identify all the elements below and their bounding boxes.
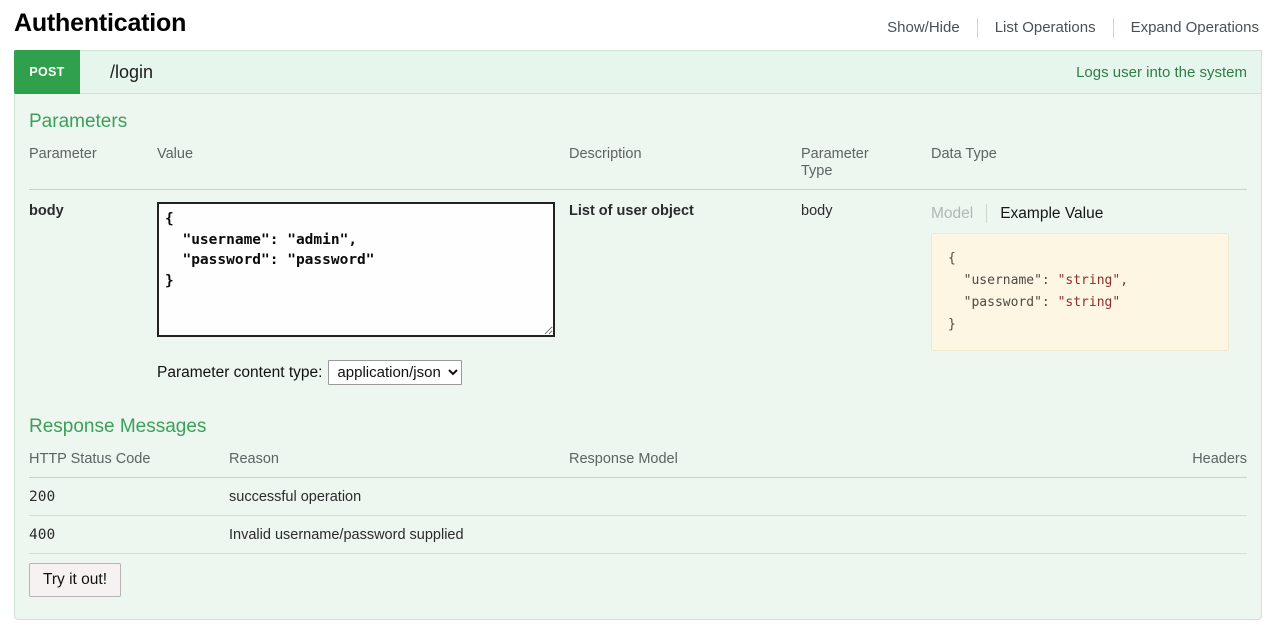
response-status-code: 400	[29, 516, 229, 554]
tab-example-value[interactable]: Example Value	[987, 204, 1103, 223]
header-http-status-code: HTTP Status Code	[29, 451, 229, 478]
example-username-key: "username":	[948, 273, 1058, 288]
example-close-brace: }	[948, 317, 956, 332]
example-open-brace: {	[948, 251, 956, 266]
parameter-type-value: body	[801, 190, 931, 390]
response-messages-heading: Response Messages	[29, 415, 1247, 439]
example-username-value: "string",	[1058, 273, 1128, 288]
resource-header: Authentication Show/Hide List Operations…	[0, 0, 1276, 50]
header-parameter: Parameter	[29, 146, 157, 190]
page-title: Authentication	[14, 8, 186, 38]
example-password-value: "string"	[1058, 295, 1121, 310]
response-reason: Invalid username/password supplied	[229, 516, 569, 554]
header-parameter-type: Parameter Type	[801, 146, 931, 190]
header-value: Value	[157, 146, 569, 190]
parameter-value-cell: { "username": "admin", "password": "pass…	[157, 190, 569, 390]
operation-heading[interactable]: POST /login Logs user into the system	[15, 51, 1261, 94]
parameters-heading: Parameters	[29, 110, 1247, 134]
expand-operations-link[interactable]: Expand Operations	[1114, 18, 1259, 38]
header-response-model: Response Model	[569, 451, 1047, 478]
parameters-table: Parameter Value Description Parameter Ty…	[29, 146, 1247, 389]
list-operations-link[interactable]: List Operations	[978, 18, 1113, 38]
resource-options: Show/Hide List Operations Expand Operati…	[870, 18, 1259, 38]
operation-summary: Logs user into the system	[1076, 51, 1261, 93]
parameter-data-type-cell: Model Example Value { "username": "strin…	[931, 190, 1247, 390]
operation-panel: POST /login Logs user into the system Pa…	[14, 50, 1262, 620]
example-password-key: "password":	[948, 295, 1058, 310]
operation-content: Parameters Parameter Value Description P…	[15, 94, 1261, 619]
content-type-row: Parameter content type: application/json	[157, 360, 569, 385]
signature-tabs: Model Example Value	[931, 204, 1247, 223]
http-method-badge: POST	[14, 50, 80, 94]
response-model	[569, 478, 1047, 516]
header-reason: Reason	[229, 451, 569, 478]
response-headers	[1047, 478, 1247, 516]
table-row: 400 Invalid username/password supplied	[29, 516, 1247, 554]
parameter-description: List of user object	[569, 190, 801, 390]
parameter-name: body	[29, 190, 157, 390]
submit-row: Try it out!	[29, 563, 1247, 597]
body-parameter-textarea[interactable]: { "username": "admin", "password": "pass…	[157, 202, 555, 337]
response-header-row: HTTP Status Code Reason Response Model H…	[29, 451, 1247, 478]
response-status-code: 200	[29, 478, 229, 516]
header-parameter-type-line2: Type	[801, 163, 832, 179]
response-reason: successful operation	[229, 478, 569, 516]
header-parameter-type-line1: Parameter	[801, 146, 869, 162]
response-model	[569, 516, 1047, 554]
tab-model[interactable]: Model	[931, 204, 986, 223]
response-messages-section: Response Messages HTTP Status Code Reaso…	[29, 415, 1247, 597]
table-row: 200 successful operation	[29, 478, 1247, 516]
parameter-content-type-select[interactable]: application/json	[328, 360, 462, 385]
show-hide-link[interactable]: Show/Hide	[870, 18, 977, 38]
header-headers: Headers	[1047, 451, 1247, 478]
response-headers	[1047, 516, 1247, 554]
header-data-type: Data Type	[931, 146, 1247, 190]
header-description: Description	[569, 146, 801, 190]
example-value-box: { "username": "string", "password": "str…	[931, 233, 1229, 351]
operation-path[interactable]: /login	[80, 51, 153, 93]
content-type-label: Parameter content type:	[157, 364, 322, 382]
response-messages-table: HTTP Status Code Reason Response Model H…	[29, 451, 1247, 554]
table-row: body { "username": "admin", "password": …	[29, 190, 1247, 390]
try-it-out-button[interactable]: Try it out!	[29, 563, 121, 597]
parameters-header-row: Parameter Value Description Parameter Ty…	[29, 146, 1247, 190]
